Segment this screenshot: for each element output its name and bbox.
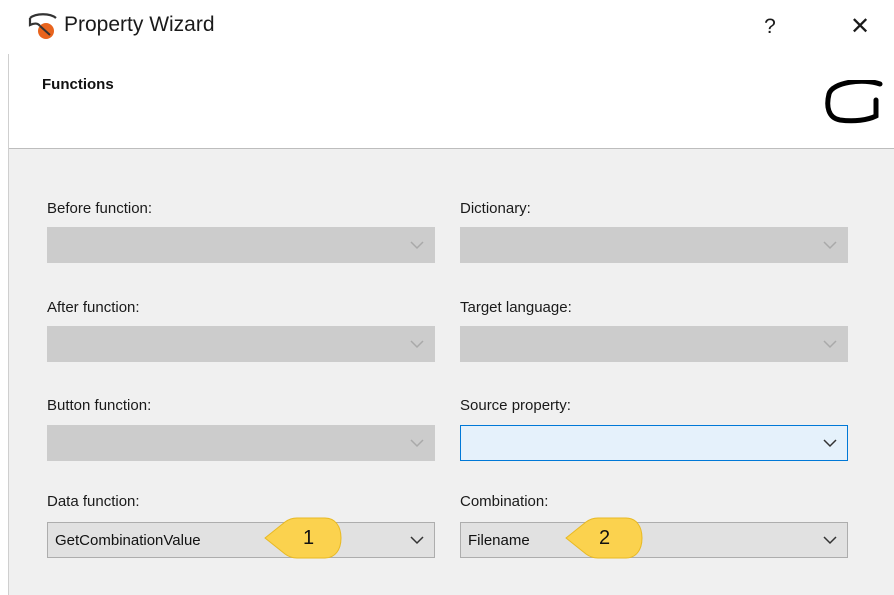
after-function-combo xyxy=(47,326,435,362)
source-property-label: Source property: xyxy=(460,397,571,414)
callout-badge-1: 1 xyxy=(263,516,343,560)
callout-badge-2: 2 xyxy=(564,516,644,560)
chevron-down-icon xyxy=(410,439,424,448)
combination-value: Filename xyxy=(468,532,530,549)
chevron-down-icon xyxy=(823,340,837,349)
chevron-down-icon xyxy=(410,241,424,250)
app-icon xyxy=(28,13,57,39)
callout-number-2: 2 xyxy=(599,527,611,549)
after-function-label: After function: xyxy=(47,299,140,316)
brand-logo-icon xyxy=(825,80,883,124)
combination-combo[interactable]: Filename xyxy=(460,522,848,558)
target-language-label: Target language: xyxy=(460,299,572,316)
source-property-combo[interactable] xyxy=(460,425,848,461)
data-function-combo[interactable]: GetCombinationValue xyxy=(47,522,435,558)
data-function-label: Data function: xyxy=(47,493,140,510)
button-function-label: Button function: xyxy=(47,397,152,414)
before-function-label: Before function: xyxy=(47,200,153,217)
property-wizard-window: Property Wizard ? ✕ Functions Before fun… xyxy=(0,0,894,595)
button-function-combo xyxy=(47,425,435,461)
target-language-combo xyxy=(460,326,848,362)
callout-number-1: 1 xyxy=(303,527,315,549)
chevron-down-icon xyxy=(410,340,424,349)
before-function-combo xyxy=(47,227,435,263)
chevron-down-icon xyxy=(410,536,424,545)
data-function-value: GetCombinationValue xyxy=(55,532,201,549)
chevron-down-icon xyxy=(823,439,837,448)
close-button[interactable]: ✕ xyxy=(838,10,882,44)
dictionary-label: Dictionary: xyxy=(460,200,531,217)
combination-label: Combination: xyxy=(460,493,549,510)
help-button[interactable]: ? xyxy=(748,10,792,44)
page-title: Functions xyxy=(42,76,114,93)
dictionary-combo xyxy=(460,227,848,263)
title-bar: Property Wizard ? ✕ xyxy=(0,0,894,54)
chevron-down-icon xyxy=(823,241,837,250)
functions-panel: Before function: Dictionary: After funct… xyxy=(9,149,894,595)
chevron-down-icon xyxy=(823,536,837,545)
window-title: Property Wizard xyxy=(64,13,215,36)
